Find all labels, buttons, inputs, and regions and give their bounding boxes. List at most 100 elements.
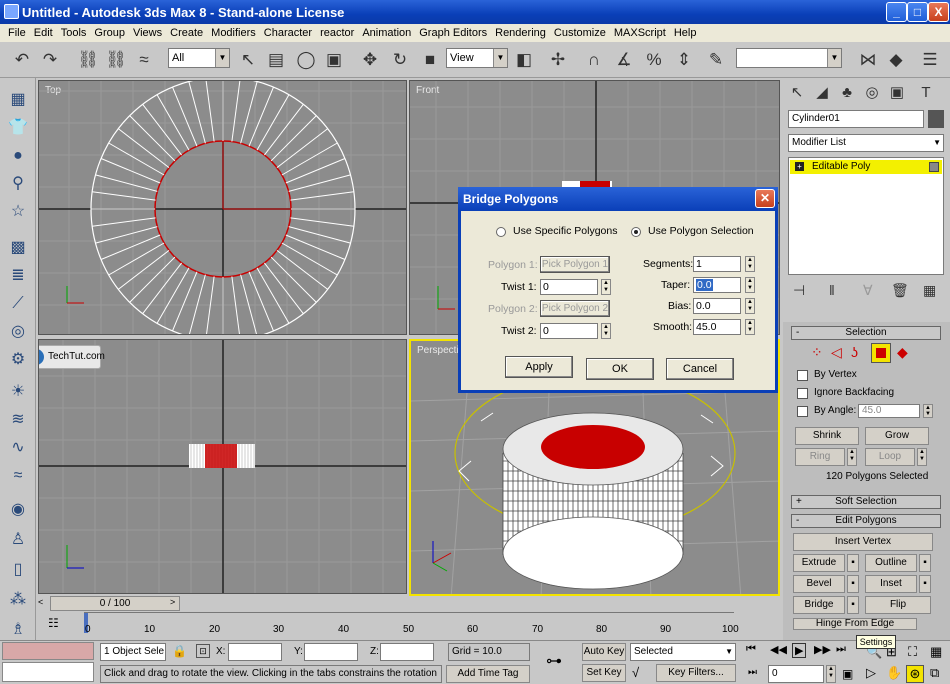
checker-icon[interactable]: ▩ [5, 236, 31, 260]
remove-modifier-icon[interactable]: 🗑 [891, 282, 909, 299]
edit-polygons-rollout-header[interactable]: - Edit Polygons [791, 514, 941, 528]
scroll-left-icon[interactable]: < [38, 597, 48, 611]
pick-polygon1-button[interactable]: Pick Polygon 1 [540, 256, 610, 273]
motion-tab-icon[interactable]: ◎ [861, 82, 883, 104]
menu-edit[interactable]: Edit [30, 27, 57, 39]
vertex-level-icon[interactable]: ⁘ [811, 344, 823, 361]
maxscript-input[interactable] [2, 662, 94, 682]
loop-spinner[interactable]: ▲ ▼ [917, 448, 927, 466]
current-frame-field[interactable]: 0 [768, 665, 824, 683]
stack-item-editable-poly[interactable]: + Editable Poly [790, 160, 942, 174]
menu-file[interactable]: File [4, 27, 30, 39]
frame-spinner[interactable]: ▲ ▼ [826, 665, 836, 683]
outline-settings-icon[interactable]: ▪ [919, 554, 931, 572]
ring-icon[interactable]: ◉ [5, 498, 31, 522]
stack-item-toggle-icon[interactable] [929, 162, 939, 172]
smooth-spinner[interactable]: ▲ ▼ [745, 319, 755, 335]
layers-icon[interactable]: ☰ [918, 48, 942, 72]
selection-rollout-header[interactable]: - Selection [791, 326, 941, 340]
figure-icon[interactable]: ♗ [5, 618, 31, 642]
twist1-field[interactable]: 0 [540, 279, 598, 295]
set-key-button[interactable]: Set Key [582, 664, 626, 682]
stack-icon[interactable]: ≣ [5, 264, 31, 288]
extrude-button[interactable]: Extrude [793, 554, 845, 572]
link-icon[interactable]: ⛓ [76, 48, 100, 72]
bias-spinner[interactable]: ▲ ▼ [745, 298, 755, 314]
menu-customize[interactable]: Customize [550, 27, 610, 39]
key-mode-toggle-icon[interactable]: ⏭ [748, 667, 757, 678]
key-filters-button[interactable]: Key Filters... [656, 664, 736, 682]
bridge-button[interactable]: Bridge [793, 596, 845, 614]
field-of-view-icon[interactable]: ▷ [866, 665, 876, 681]
ignore-backfacing-checkbox[interactable] [797, 388, 808, 399]
arc-rotate-icon[interactable]: ⊛ [906, 665, 924, 683]
percent-snap-icon[interactable]: % [642, 48, 666, 72]
flip-button[interactable]: Flip [865, 596, 931, 614]
wind-icon[interactable]: ≋ [5, 408, 31, 432]
taper-field[interactable]: 0.0 [693, 277, 741, 293]
grow-button[interactable]: Grow [865, 427, 929, 445]
angle-snap-icon[interactable]: ∡ [612, 48, 636, 72]
loop-button[interactable]: Loop [865, 448, 915, 466]
next-frame-icon[interactable]: ▶▶ [814, 643, 831, 656]
trackbar-icon[interactable]: ☷ [48, 616, 64, 632]
sphere-icon[interactable]: ● [5, 144, 31, 168]
play-icon[interactable]: ▶ [792, 643, 807, 658]
region-select-icon[interactable]: ◯ [294, 48, 318, 72]
bind-spacewarp-icon[interactable]: ≈ [132, 48, 156, 72]
bone-icon[interactable]: ⟋ [5, 292, 31, 316]
menu-reactor[interactable]: reactor [316, 27, 358, 39]
maximize-viewport-icon[interactable]: ⧉ [930, 665, 939, 681]
key-icon[interactable]: ⊶ [546, 651, 562, 671]
redo-icon[interactable]: ↷ [38, 48, 62, 72]
previous-frame-icon[interactable]: ◀◀ [770, 643, 787, 656]
show-end-result-icon[interactable]: ‖ [829, 282, 835, 298]
create-tab-icon[interactable]: ↖ [786, 82, 808, 104]
maximize-button[interactable]: □ [907, 2, 928, 22]
manipulate-icon[interactable]: ✢ [546, 48, 570, 72]
zoom-extents-icon[interactable]: ⛶ [908, 644, 917, 660]
edit-named-selections-icon[interactable]: ✎ [704, 48, 728, 72]
hierarchy-tab-icon[interactable]: ♣ [836, 82, 858, 104]
inset-settings-icon[interactable]: ▪ [919, 575, 931, 593]
twist2-field[interactable]: 0 [540, 323, 598, 339]
go-to-start-icon[interactable]: ⏮ [746, 643, 756, 656]
rocks-icon[interactable]: ⁂ [5, 588, 31, 612]
figure-icon[interactable]: ⚲ [5, 172, 31, 196]
expand-icon[interactable]: + [795, 162, 804, 171]
menu-group[interactable]: Group [90, 27, 129, 39]
shrink-button[interactable]: Shrink [795, 427, 859, 445]
time-config-icon[interactable]: ▣ [842, 667, 853, 681]
menu-animation[interactable]: Animation [358, 27, 415, 39]
edge-level-icon[interactable]: ◁ [831, 344, 842, 361]
named-selection-dropdown[interactable]: ▼ [736, 48, 842, 68]
extrude-settings-icon[interactable]: ▪ [847, 554, 859, 572]
apply-button[interactable]: Apply [505, 356, 573, 378]
auto-key-button[interactable]: Auto Key [582, 643, 626, 661]
pin-stack-icon[interactable]: ⊣ [793, 282, 805, 299]
viewport-left[interactable]: T TechTut.com [38, 339, 407, 594]
polygon-level-icon[interactable] [871, 343, 891, 363]
taper-spinner[interactable]: ▲ ▼ [745, 277, 755, 293]
scroll-right-icon[interactable]: > [170, 597, 180, 611]
shirt-icon[interactable]: 👕 [5, 116, 31, 140]
modify-tab-icon[interactable]: ◢ [811, 82, 833, 104]
star-icon[interactable]: ☆ [5, 200, 31, 224]
menu-create[interactable]: Create [166, 27, 207, 39]
utilities-tab-icon[interactable]: T [915, 82, 937, 104]
pivot-icon[interactable]: ◧ [512, 48, 536, 72]
menu-views[interactable]: Views [129, 27, 166, 39]
modifier-list-dropdown[interactable]: Modifier List ▼ [788, 134, 944, 152]
configure-sets-icon[interactable]: ▦ [923, 282, 936, 299]
outline-button[interactable]: Outline [865, 554, 917, 572]
by-vertex-checkbox[interactable] [797, 370, 808, 381]
viewport-top[interactable]: Top [38, 80, 407, 335]
by-angle-field[interactable]: 45.0 [858, 404, 920, 418]
inset-button[interactable]: Inset [865, 575, 917, 593]
align-icon[interactable]: ◆ [884, 48, 908, 72]
lock-icon[interactable]: 🔒 [172, 644, 187, 658]
unlink-icon[interactable]: ⛓ [104, 48, 128, 72]
z-coordinate-field[interactable] [380, 643, 434, 661]
undo-icon[interactable]: ↶ [10, 48, 34, 72]
move-icon[interactable]: ✥ [358, 48, 382, 72]
